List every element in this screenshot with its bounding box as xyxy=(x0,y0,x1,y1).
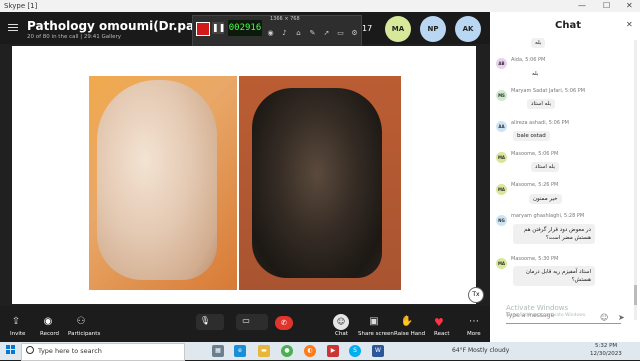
window-titlebar: Skype [1] — ☐ ✕ xyxy=(0,0,640,12)
share-screen-label[interactable]: Share screen xyxy=(358,331,394,337)
folder-icon[interactable]: ▭ xyxy=(336,29,345,38)
record-label[interactable]: Record xyxy=(40,331,59,337)
hamburger-menu-icon[interactable] xyxy=(8,24,18,32)
chat-message-text: استاد آمفیزم ریه قابل درمان هستش؟ xyxy=(513,266,595,286)
chat-message-text: بله xyxy=(532,71,539,77)
taskbar-search-placeholder[interactable]: Type here to search xyxy=(38,347,102,355)
chat-message-sender: Masoome, 5:06 PM xyxy=(511,151,559,157)
chrome-icon[interactable]: ● xyxy=(281,345,293,357)
react-label[interactable]: React xyxy=(434,331,450,337)
share-icon[interactable]: ⇪ xyxy=(9,316,23,327)
skype-icon[interactable]: S xyxy=(349,345,361,357)
mic-icon[interactable]: ♪ xyxy=(280,29,289,38)
chat-avatar: MA xyxy=(496,258,507,269)
chat-title: Chat xyxy=(555,20,581,31)
chat-message-text: خیر ممنون xyxy=(529,194,562,204)
send-icon[interactable]: ➤ xyxy=(618,313,625,322)
chat-avatar: MS xyxy=(496,90,507,101)
recording-size-label: 1366 × 768 xyxy=(270,16,300,22)
close-chat-icon[interactable]: ✕ xyxy=(626,20,633,29)
mic-muted-icon: 🎙 xyxy=(199,316,211,325)
end-call-button[interactable]: ✆ xyxy=(275,316,293,330)
media-icon[interactable]: ▶ xyxy=(327,345,339,357)
record-icon[interactable]: ◉ xyxy=(41,316,55,327)
chat-avatar: AB xyxy=(496,58,507,69)
call-subtitle: 20 of 80 in the call | 29:41 Gallery xyxy=(27,34,122,40)
clock-time[interactable]: 5:32 PM xyxy=(595,343,617,349)
chat-message-text: بله استاد xyxy=(527,99,555,109)
close-button[interactable]: ✕ xyxy=(626,1,633,10)
raise-hand-label[interactable]: Raise Hand xyxy=(394,331,425,337)
invite-label[interactable]: Invite xyxy=(10,331,25,337)
more-icon[interactable]: ⋯ xyxy=(467,316,481,327)
chat-message-text: در معوض دود قرار گرفتن هم هستش مضر است؟ xyxy=(513,224,595,244)
maximize-button[interactable]: ☐ xyxy=(603,1,610,10)
weather-widget[interactable]: 64°F Mostly cloudy xyxy=(452,347,509,354)
chat-message-sender: Masoome, 5:26 PM xyxy=(511,182,559,188)
react-heart-icon[interactable]: ♥ xyxy=(434,316,444,329)
participant-avatar-np[interactable]: NP xyxy=(420,16,446,42)
task-view-icon[interactable]: ▦ xyxy=(212,345,224,357)
chat-message-sender: Maryam Sadat Jafari, 5:06 PM xyxy=(511,88,586,94)
participants-label[interactable]: Participants xyxy=(68,331,100,337)
normal-lung-image xyxy=(97,80,217,280)
chat-avatar: AA xyxy=(496,121,507,132)
edge-icon[interactable]: e xyxy=(234,345,246,357)
participants-icon[interactable]: ⚇ xyxy=(74,316,88,327)
pen-icon[interactable]: ✎ xyxy=(308,29,317,38)
chat-message-sender: Masoome, 5:30 PM xyxy=(511,256,559,262)
minimize-button[interactable]: — xyxy=(578,1,586,10)
chat-label[interactable]: Chat xyxy=(335,331,348,337)
chat-message-text: بله xyxy=(531,38,546,48)
pause-icon[interactable]: ❚❚ xyxy=(212,22,225,34)
chat-message-sender: maryam ghashlaghi, 5:28 PM xyxy=(511,213,585,219)
arrow-icon[interactable]: ➚ xyxy=(322,29,331,38)
smoker-lung-image xyxy=(252,88,382,278)
word-icon[interactable]: W xyxy=(372,345,384,357)
window-title: Skype [1] xyxy=(4,2,38,10)
chat-message-sender: alireza ashadi, 5:06 PM xyxy=(511,120,569,126)
chat-message-text: bale ostad xyxy=(513,131,550,141)
chat-message-sender: Aida, 5:06 PM xyxy=(511,57,546,63)
participant-avatar-ak[interactable]: AK xyxy=(455,16,481,42)
chat-avatar: MA xyxy=(496,184,507,195)
clock-date[interactable]: 12/30/2023 xyxy=(590,351,622,357)
firefox-icon[interactable]: ◐ xyxy=(304,345,316,357)
camera-icon[interactable]: ◉ xyxy=(266,29,275,38)
presenter-badge[interactable]: Tx xyxy=(468,287,484,303)
chat-message-text: بله استاد xyxy=(531,162,559,172)
chat-scrollbar[interactable] xyxy=(634,40,637,320)
chat-button[interactable]: ☺ xyxy=(333,314,349,330)
windows-start-icon[interactable] xyxy=(6,345,16,355)
recording-timer: 002916 xyxy=(228,20,262,36)
home-icon[interactable]: ⌂ xyxy=(294,29,303,38)
video-off-icon: ▭ xyxy=(242,316,250,325)
chat-avatar: MA xyxy=(496,152,507,163)
share-screen-icon[interactable]: ▣ xyxy=(367,316,381,327)
record-stop-button[interactable] xyxy=(196,22,210,36)
participant-avatar-ma[interactable]: MA xyxy=(385,16,411,42)
more-label[interactable]: More xyxy=(467,331,481,337)
emoji-icon[interactable]: ☺ xyxy=(600,313,608,322)
settings-icon[interactable]: ⚙ xyxy=(350,29,359,38)
raise-hand-icon[interactable]: ✋ xyxy=(400,316,414,327)
chat-avatar: NG xyxy=(496,215,507,226)
file-explorer-icon[interactable]: ▬ xyxy=(258,345,270,357)
search-icon xyxy=(26,346,34,354)
participant-overflow-count: 17 xyxy=(362,24,373,33)
